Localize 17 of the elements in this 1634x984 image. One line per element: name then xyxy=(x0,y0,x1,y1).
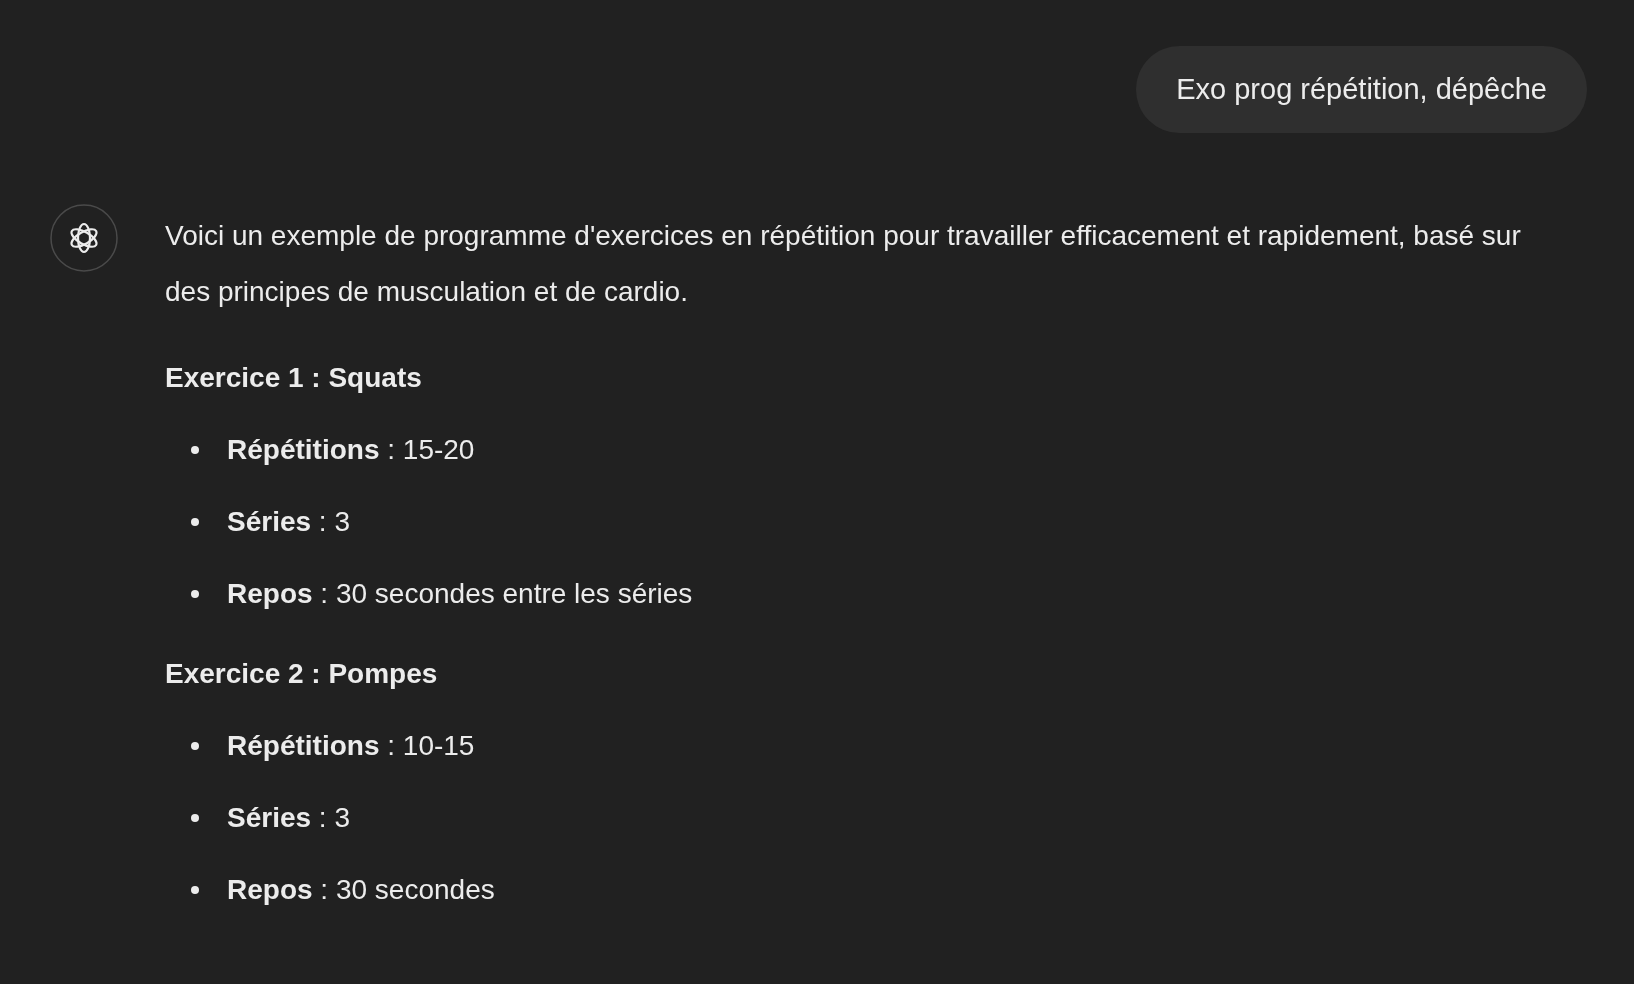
bullet-icon xyxy=(191,590,199,598)
assistant-avatar-icon xyxy=(50,204,118,272)
list-item-text: Séries : 3 xyxy=(227,506,350,538)
bullet-icon xyxy=(191,886,199,894)
bullet-icon xyxy=(191,518,199,526)
bullet-icon xyxy=(191,814,199,822)
exercise-heading: Exercice 1 : Squats xyxy=(165,361,423,395)
exercise-heading: Exercice 2 : Pompes xyxy=(165,657,439,691)
bullet-icon xyxy=(191,742,199,750)
list-item-text: Répétitions : 15-20 xyxy=(227,434,475,466)
list-item-text: Répétitions : 10-15 xyxy=(227,730,475,762)
intro-paragraph: Voici un exemple de programme d'exercices en répétition pour travailler efficacement et rapidement, basé sur des principes de musculation et de cardio. xyxy=(165,219,1522,309)
list-item-text: Repos : 30 secondes entre les séries xyxy=(227,578,693,610)
bullet-icon xyxy=(191,446,199,454)
list-item-text: Séries : 3 xyxy=(227,802,350,834)
user-message: Exo prog répétition, dépêche xyxy=(1136,46,1587,133)
list-item-text: Repos : 30 secondes xyxy=(227,874,495,906)
